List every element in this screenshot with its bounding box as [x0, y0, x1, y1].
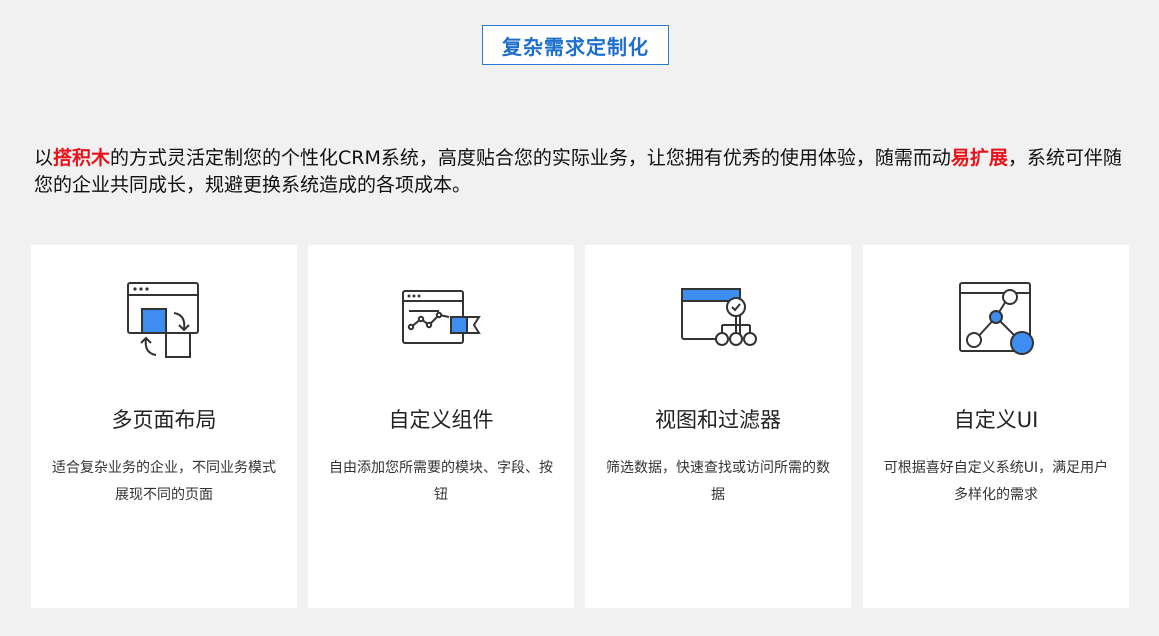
intro-text-2: 的方式灵活定制您的个性化CRM系统，高度贴合您的实际业务，让您拥有优秀的使用体验… [110, 147, 951, 169]
card-title: 自定义组件 [388, 408, 494, 432]
card-title: 多页面布局 [111, 408, 217, 432]
custom-ui-icon [954, 279, 1038, 363]
card-description: 自由添加您所需要的模块、字段、按钮 [329, 460, 553, 503]
card-title: 视图和过滤器 [655, 408, 781, 432]
feature-card-custom-ui: 自定义UI 可根据喜好自定义系统UI，满足用户多样化的需求 [863, 245, 1129, 608]
feature-card-view-filter: 视图和过滤器 筛选数据，快速查找或访问所需的数据 [585, 245, 851, 608]
feature-card-multi-page-layout: 多页面布局 适合复杂业务的企业，不同业务模式展现不同的页面 [31, 245, 297, 608]
intro-highlight-building-blocks: 搭积木 [53, 147, 111, 169]
intro-highlight-extensible: 易扩展 [950, 147, 1008, 169]
section-title: 复杂需求定制化 [502, 34, 649, 59]
card-title: 自定义UI [953, 408, 1039, 432]
intro-paragraph: 以搭积木的方式灵活定制您的个性化CRM系统，高度贴合您的实际业务，让您拥有优秀的… [34, 145, 1129, 199]
view-filter-icon [676, 279, 760, 363]
card-description: 筛选数据，快速查找或访问所需的数据 [606, 460, 830, 503]
page: 复杂需求定制化 以搭积木的方式灵活定制您的个性化CRM系统，高度贴合您的实际业务… [0, 0, 1159, 636]
card-description: 可根据喜好自定义系统UI，满足用户多样化的需求 [883, 460, 1109, 503]
intro-text-1: 以 [34, 147, 54, 169]
card-description: 适合复杂业务的企业，不同业务模式展现不同的页面 [52, 460, 276, 503]
section-title-box: 复杂需求定制化 [482, 25, 669, 65]
multi-page-layout-icon [122, 279, 206, 363]
feature-card-custom-component: 自定义组件 自由添加您所需要的模块、字段、按钮 [308, 245, 574, 608]
custom-component-icon [399, 279, 483, 363]
